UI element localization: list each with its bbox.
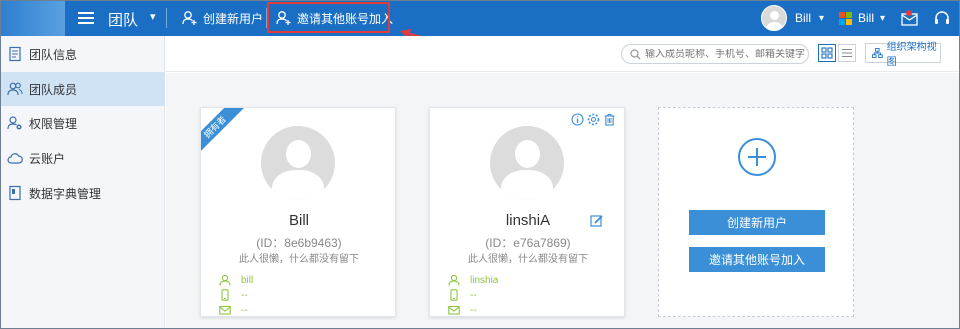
sidebar: 团队信息 团队成员 权限管理 云账户 数据字典管理	[0, 36, 165, 329]
sidebar-item-label: 团队成员	[29, 82, 78, 97]
tenant-name: Bill	[858, 11, 875, 25]
sidebar-item-team-members[interactable]: 团队成员	[0, 72, 165, 106]
email-value: --	[241, 304, 248, 316]
create-user-button[interactable]: 创建新用户	[182, 0, 263, 36]
chevron-down-icon[interactable]: ▾	[150, 10, 156, 23]
add-member-card: 创建新用户 邀请其他账号加入	[658, 107, 854, 317]
book-icon	[9, 185, 21, 201]
account-value: bill	[241, 274, 254, 286]
org-chart-label: 组织架构视图	[886, 42, 937, 68]
avatar	[261, 126, 335, 200]
sidebar-item-label: 数据字典管理	[29, 186, 102, 201]
mail-notification-button[interactable]	[901, 0, 919, 36]
chevron-down-icon: ▾	[880, 12, 886, 24]
card-tools	[568, 113, 616, 129]
avatar	[761, 5, 787, 31]
menu-icon[interactable]	[78, 10, 94, 26]
email-row: --	[448, 304, 477, 316]
card-create-user-button[interactable]: 创建新用户	[689, 210, 825, 235]
search-field[interactable]	[621, 44, 809, 64]
user-menu[interactable]: Bill ▾	[761, 0, 824, 36]
list-view-button[interactable]	[838, 44, 856, 62]
windows-logo-icon	[839, 11, 852, 25]
member-card[interactable]: linshiA (ID：e76a7869) 此人很懒，什么都没有留下 linsh…	[429, 107, 625, 317]
info-icon[interactable]	[571, 113, 584, 129]
grid-icon	[821, 47, 833, 59]
sidebar-item-cloud-account[interactable]: 云账户	[0, 141, 165, 175]
sidebar-item-label: 云账户	[29, 151, 66, 166]
support-button[interactable]	[933, 0, 951, 36]
cloud-icon	[7, 153, 23, 164]
sidebar-item-permissions[interactable]: 权限管理	[0, 106, 165, 140]
invite-highlight-box	[267, 2, 390, 33]
document-icon	[9, 46, 21, 62]
member-id: (ID：8e6b9463)	[256, 236, 342, 250]
email-icon	[219, 305, 231, 315]
account-value: linshia	[470, 274, 499, 286]
user-icon	[219, 274, 231, 286]
phone-row: --	[219, 289, 248, 301]
member-bio: 此人很懒，什么都没有留下	[468, 254, 588, 265]
sidebar-item-label: 团队信息	[29, 47, 78, 62]
gear-icon[interactable]	[587, 113, 600, 129]
list-icon	[842, 48, 852, 58]
chevron-down-icon: ▾	[819, 12, 825, 24]
top-bar: 团队 ▾ 创建新用户 邀请其他账号加入 Bill ▾ Bill ▾	[0, 0, 960, 36]
owner-badge: 拥有者	[201, 108, 249, 161]
email-icon	[448, 305, 460, 315]
headset-icon	[935, 11, 949, 24]
edit-icon[interactable]	[590, 214, 604, 228]
content-toolbar: 组织架构视图	[166, 36, 960, 72]
phone-row: --	[448, 289, 477, 301]
tenant-menu[interactable]: Bill ▾	[839, 0, 885, 36]
user-icon	[448, 274, 460, 286]
user-settings-icon	[7, 116, 22, 130]
email-row: --	[219, 304, 248, 316]
member-name: Bill	[288, 212, 309, 229]
trash-icon[interactable]	[603, 113, 616, 129]
logo	[0, 0, 65, 36]
add-user-icon	[182, 11, 197, 25]
divider	[166, 8, 167, 28]
mail-icon	[901, 10, 918, 26]
app-title: 团队	[108, 12, 139, 29]
member-card[interactable]: 拥有者 Bill (ID：8e6b9463) 此人很懒，什么都没有留下 bill…	[200, 107, 396, 317]
members-content: 拥有者 Bill (ID：8e6b9463) 此人很懒，什么都没有留下 bill…	[166, 73, 960, 329]
phone-value: --	[241, 289, 248, 301]
phone-value: --	[470, 289, 477, 301]
avatar	[490, 126, 564, 200]
member-bio: 此人很懒，什么都没有留下	[239, 254, 359, 265]
phone-icon	[221, 289, 229, 301]
account-row: linshia	[448, 274, 498, 286]
user-name: Bill	[795, 11, 812, 25]
create-user-label: 创建新用户	[203, 11, 264, 26]
sidebar-item-label: 权限管理	[29, 116, 78, 131]
sidebar-item-team-info[interactable]: 团队信息	[0, 37, 165, 71]
search-icon	[630, 48, 641, 59]
account-row: bill	[219, 274, 253, 286]
member-id: (ID：e76a7869)	[485, 236, 571, 250]
org-chart-icon	[872, 48, 883, 58]
plus-icon[interactable]	[738, 138, 776, 176]
org-chart-view-button[interactable]: 组织架构视图	[865, 42, 941, 68]
grid-view-button[interactable]	[818, 44, 836, 62]
email-value: --	[470, 304, 477, 316]
card-invite-user-button[interactable]: 邀请其他账号加入	[689, 247, 825, 272]
phone-icon	[450, 289, 458, 301]
sidebar-item-data-dictionary[interactable]: 数据字典管理	[0, 176, 165, 210]
search-input[interactable]	[645, 48, 805, 60]
users-icon	[7, 82, 23, 96]
